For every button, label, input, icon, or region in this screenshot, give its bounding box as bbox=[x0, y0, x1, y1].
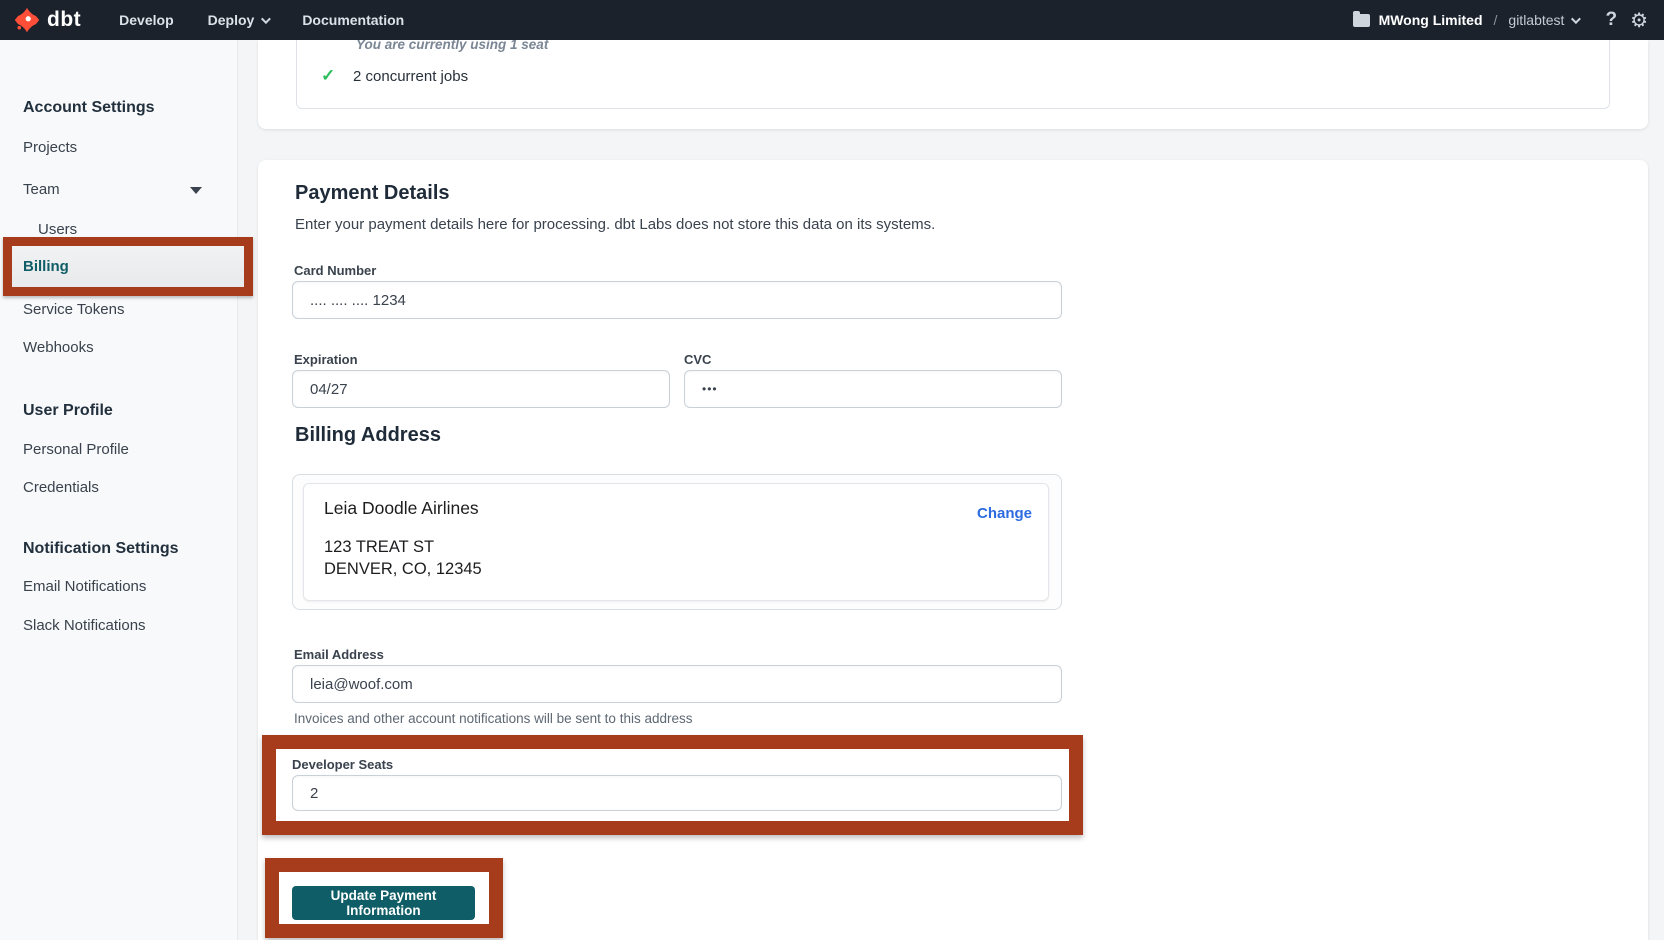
annotation-box-billing: Billing bbox=[3, 237, 253, 296]
dbt-logo-text: dbt bbox=[47, 8, 81, 32]
project-switcher[interactable]: gitlabtest bbox=[1508, 12, 1578, 28]
dbt-logo[interactable]: dbt bbox=[14, 7, 81, 33]
billing-address-title: Billing Address bbox=[295, 424, 441, 447]
caret-down-icon[interactable] bbox=[190, 187, 202, 194]
expiration-label: Expiration bbox=[294, 352, 358, 367]
billing-address-card: Leia Doodle Airlines Change 123 TREAT ST… bbox=[303, 483, 1049, 601]
nav-item-develop[interactable]: Develop bbox=[119, 12, 173, 28]
folder-icon bbox=[1353, 14, 1370, 27]
update-payment-button[interactable]: Update Payment Information bbox=[292, 886, 475, 920]
chevron-down-icon bbox=[1571, 14, 1581, 24]
sidebar-item-email-notifications[interactable]: Email Notifications bbox=[23, 578, 146, 595]
billing-address-line2: DENVER, CO, 12345 bbox=[324, 560, 482, 579]
gear-icon[interactable]: ⚙ bbox=[1630, 8, 1648, 33]
sidebar-item-service-tokens[interactable]: Service Tokens bbox=[23, 301, 124, 318]
billing-address-line1: 123 TREAT ST bbox=[324, 538, 434, 557]
chevron-down-icon bbox=[261, 14, 271, 24]
help-icon[interactable]: ? bbox=[1605, 9, 1617, 31]
top-navigation-bar: dbt Develop Deploy Documentation MWong L… bbox=[0, 0, 1664, 40]
sidebar-section-notification-settings: Notification Settings bbox=[23, 540, 179, 558]
dbt-logo-icon bbox=[14, 7, 40, 33]
nav-item-documentation[interactable]: Documentation bbox=[302, 12, 404, 28]
sidebar-item-users[interactable]: Users bbox=[38, 221, 77, 238]
sidebar-item-billing[interactable]: Billing bbox=[23, 246, 69, 287]
sidebar-item-credentials[interactable]: Credentials bbox=[23, 479, 99, 496]
change-address-link[interactable]: Change bbox=[977, 505, 1032, 522]
sidebar-item-webhooks[interactable]: Webhooks bbox=[23, 339, 94, 356]
sidebar-item-team[interactable]: Team bbox=[23, 181, 60, 198]
card-number-input[interactable] bbox=[292, 281, 1062, 319]
sidebar-item-slack-notifications[interactable]: Slack Notifications bbox=[23, 617, 146, 634]
developer-seats-input[interactable] bbox=[292, 775, 1062, 811]
billing-address-name: Leia Doodle Airlines bbox=[324, 498, 479, 519]
billing-address-container: Leia Doodle Airlines Change 123 TREAT ST… bbox=[292, 474, 1062, 610]
plan-summary-card: You are currently using 1 seat ✓ 2 concu… bbox=[258, 40, 1648, 129]
email-address-label: Email Address bbox=[294, 647, 384, 662]
account-org-name[interactable]: MWong Limited bbox=[1379, 12, 1483, 28]
email-helper-text: Invoices and other account notifications… bbox=[294, 711, 692, 726]
plan-details-box: You are currently using 1 seat ✓ 2 concu… bbox=[296, 40, 1610, 109]
payment-details-card: Payment Details Enter your payment detai… bbox=[258, 160, 1648, 940]
payment-details-title: Payment Details bbox=[295, 182, 450, 205]
payment-details-description: Enter your payment details here for proc… bbox=[295, 216, 935, 233]
annotation-box-update-button: Update Payment Information bbox=[265, 858, 503, 938]
cvc-label: CVC bbox=[684, 352, 711, 367]
seat-usage-note: You are currently using 1 seat bbox=[356, 40, 548, 52]
check-icon: ✓ bbox=[321, 66, 335, 86]
email-address-input[interactable] bbox=[292, 665, 1062, 703]
settings-sidebar: Account Settings Projects Team Users Ser… bbox=[0, 40, 238, 940]
sidebar-item-projects[interactable]: Projects bbox=[23, 139, 77, 156]
expiration-input[interactable] bbox=[292, 370, 670, 408]
cvc-input[interactable] bbox=[684, 370, 1062, 408]
sidebar-section-user-profile: User Profile bbox=[23, 402, 113, 420]
card-number-label: Card Number bbox=[294, 263, 376, 278]
sidebar-section-account-settings: Account Settings bbox=[23, 99, 155, 117]
plan-feature-concurrent-jobs: 2 concurrent jobs bbox=[353, 68, 468, 85]
breadcrumb-separator: / bbox=[1494, 12, 1498, 28]
annotation-box-developer-seats: Developer Seats bbox=[262, 735, 1083, 835]
developer-seats-label: Developer Seats bbox=[292, 757, 393, 772]
sidebar-item-personal-profile[interactable]: Personal Profile bbox=[23, 441, 129, 458]
nav-item-deploy[interactable]: Deploy bbox=[208, 12, 269, 28]
